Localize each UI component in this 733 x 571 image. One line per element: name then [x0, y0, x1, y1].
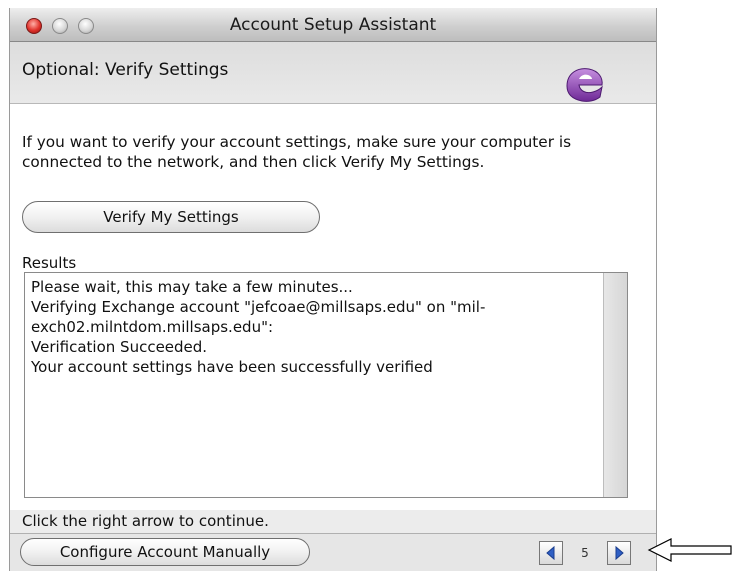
results-line: Please wait, this may take a few minutes… [31, 278, 353, 296]
page-number: 5 [581, 546, 589, 560]
previous-page-button[interactable] [539, 541, 563, 565]
bottom-bar: Configure Account Manually 5 [10, 533, 656, 571]
content-area: If you want to verify your account setti… [10, 104, 656, 530]
callout-arrow-icon [647, 538, 732, 562]
continue-hint-text: Click the right arrow to continue. [22, 512, 269, 530]
results-label: Results [22, 254, 77, 272]
results-text-area[interactable]: Please wait, this may take a few minutes… [24, 272, 628, 498]
page-navigator: 5 [539, 541, 638, 565]
results-line: Verifying Exchange account "jefcoae@mill… [31, 298, 486, 336]
left-triangle-icon [546, 545, 555, 561]
results-line: Verification Succeeded. [31, 338, 208, 356]
instructions-text: If you want to verify your account setti… [22, 133, 572, 171]
window-title: Account Setup Assistant [229, 15, 437, 35]
next-page-button[interactable] [607, 541, 631, 565]
verify-my-settings-button[interactable]: Verify My Settings [22, 201, 320, 233]
entourage-e-icon [566, 68, 603, 102]
step-title: Optional: Verify Settings [22, 60, 229, 80]
results-line: Your account settings have been successf… [31, 358, 433, 376]
results-scrollbar[interactable] [603, 273, 627, 497]
account-setup-window: Account Setup Assistant Optional: Verify… [9, 8, 657, 571]
right-triangle-icon [615, 545, 624, 561]
title-bar[interactable]: Account Setup Assistant [10, 8, 656, 42]
configure-account-manually-button[interactable]: Configure Account Manually [20, 538, 310, 566]
step-header: Optional: Verify Settings [10, 42, 656, 104]
results-log: Please wait, this may take a few minutes… [31, 277, 599, 377]
